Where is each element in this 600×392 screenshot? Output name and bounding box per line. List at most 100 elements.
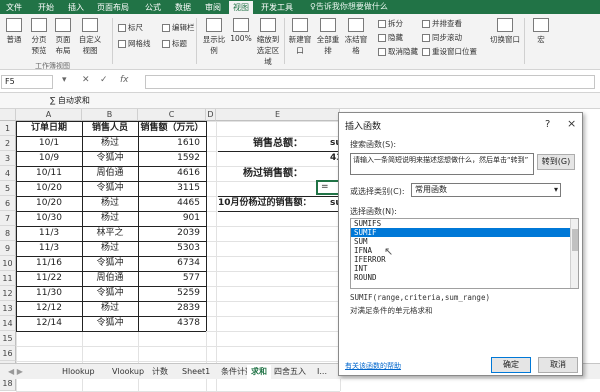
table-cell-date[interactable]: 10/20 — [16, 181, 82, 196]
column-header[interactable]: B — [82, 109, 138, 121]
tab-developer[interactable]: 开发工具 — [257, 1, 297, 14]
table-cell-date[interactable]: 11/3 — [16, 226, 82, 241]
insert-function-dialog[interactable]: 插入函数 ? × 搜索函数(S): 请输入一条简短说明来描述您想做什么，然后单击… — [338, 112, 583, 376]
gridlines-checkbox[interactable]: 网格线 — [118, 38, 151, 49]
category-select[interactable]: 常用函数 ▾ — [411, 183, 561, 197]
table-cell-date[interactable]: 10/1 — [16, 136, 82, 151]
ruler-checkbox[interactable]: 标尺 — [118, 22, 143, 33]
tab-file[interactable]: 文件 — [2, 1, 26, 14]
table-cell-person[interactable]: 杨过 — [82, 301, 138, 316]
row-header[interactable]: 5 — [0, 181, 16, 196]
table-cell-amount[interactable]: 577 — [138, 271, 206, 286]
autosum-button[interactable]: ∑ 自动求和 — [50, 95, 90, 106]
table-cell-person[interactable]: 周伯通 — [82, 166, 138, 181]
tab-data[interactable]: 数据 — [171, 1, 195, 14]
table-cell-date[interactable]: 10/20 — [16, 196, 82, 211]
zoom-to-selection-button[interactable]: 缩放到选定区域 — [254, 18, 282, 67]
name-box[interactable]: F5 — [1, 75, 53, 89]
table-cell-date[interactable]: 12/12 — [16, 301, 82, 316]
go-button[interactable]: 转到(G) — [537, 154, 575, 170]
enter-icon[interactable]: ✓ — [100, 75, 108, 85]
macros-button[interactable]: 宏 — [530, 18, 552, 45]
row-header[interactable]: 9 — [0, 241, 16, 256]
table-cell-amount[interactable]: 4616 — [138, 166, 206, 181]
tab-page-layout[interactable]: 页面布局 — [93, 1, 133, 14]
cancel-button[interactable]: 取消 — [538, 357, 578, 373]
select-all-corner[interactable] — [0, 109, 16, 121]
formula-bar-checkbox[interactable]: 编辑栏 — [162, 22, 195, 33]
table-cell-person[interactable]: 杨过 — [82, 196, 138, 211]
tab-insert[interactable]: 插入 — [64, 1, 88, 14]
column-header[interactable]: C — [138, 109, 206, 121]
hide-button[interactable]: 隐藏 — [378, 32, 403, 43]
sheet-tab[interactable]: Sheet1 — [178, 365, 214, 379]
table-cell-person[interactable]: 令狐冲 — [82, 181, 138, 196]
function-item[interactable]: SUMIFS — [351, 219, 578, 228]
tab-view[interactable]: 视图 — [229, 1, 253, 14]
sheet-tab[interactable]: 四舍五入 — [270, 365, 310, 379]
table-cell-amount[interactable]: 901 — [138, 211, 206, 226]
new-window-button[interactable]: 新建窗口 — [287, 18, 313, 56]
tab-review[interactable]: 审阅 — [201, 1, 225, 14]
table-cell-person[interactable]: 杨过 — [82, 136, 138, 151]
table-cell-amount[interactable]: 1610 — [138, 136, 206, 151]
sheet-tab[interactable]: 计数 — [148, 365, 172, 379]
split-button[interactable]: 拆分 — [378, 18, 403, 29]
view-side-by-side-button[interactable]: 并排查看 — [422, 18, 462, 29]
tab-formulas[interactable]: 公式 — [141, 1, 165, 14]
table-cell-amount[interactable]: 2039 — [138, 226, 206, 241]
table-cell-amount[interactable]: 2839 — [138, 301, 206, 316]
column-header[interactable]: A — [16, 109, 82, 121]
cancel-icon[interactable]: ✕ — [82, 75, 90, 85]
sync-scroll-button[interactable]: 同步滚动 — [422, 32, 462, 43]
table-cell-person[interactable]: 林平之 — [82, 226, 138, 241]
table-cell-amount[interactable]: 3115 — [138, 181, 206, 196]
switch-windows-button[interactable]: 切换窗口 — [490, 18, 520, 45]
table-cell-amount[interactable]: 5259 — [138, 286, 206, 301]
table-cell-person[interactable]: 令狐冲 — [82, 256, 138, 271]
table-cell-person[interactable]: 杨过 — [82, 241, 138, 256]
table-cell-date[interactable]: 11/3 — [16, 241, 82, 256]
header-cell-amount[interactable]: 销售额（万元） — [138, 121, 206, 136]
table-cell-date[interactable]: 11/16 — [16, 256, 82, 271]
table-cell-person[interactable]: 周伯通 — [82, 271, 138, 286]
header-cell-date[interactable]: 订单日期 — [16, 121, 82, 136]
row-header[interactable]: 1 — [0, 121, 16, 136]
formula-input[interactable] — [145, 75, 595, 89]
arrange-all-button[interactable]: 全部重排 — [315, 18, 341, 56]
row-header[interactable]: 16 — [0, 346, 16, 361]
sheet-tab[interactable]: Hlookup — [58, 365, 99, 379]
list-scrollbar[interactable] — [570, 219, 578, 288]
table-cell-date[interactable]: 11/30 — [16, 286, 82, 301]
help-icon[interactable]: ? — [545, 119, 550, 130]
sheet-tab[interactable]: Vlookup — [108, 365, 148, 379]
row-header[interactable]: 2 — [0, 136, 16, 151]
row-header[interactable]: 14 — [0, 316, 16, 331]
normal-view-button[interactable]: 普通 — [3, 18, 25, 45]
row-header[interactable]: 8 — [0, 226, 16, 241]
function-item[interactable]: ROUND — [351, 273, 578, 282]
insert-function-icon[interactable]: fx — [120, 75, 129, 85]
table-cell-date[interactable]: 10/9 — [16, 151, 82, 166]
function-item[interactable]: INT — [351, 264, 578, 273]
table-cell-date[interactable]: 11/22 — [16, 271, 82, 286]
zoom-100-button[interactable]: 100% — [230, 18, 252, 43]
row-header[interactable]: 6 — [0, 196, 16, 211]
ok-button[interactable]: 确定 — [491, 357, 531, 373]
tab-home[interactable]: 开始 — [34, 1, 58, 14]
table-cell-amount[interactable]: 5303 — [138, 241, 206, 256]
page-break-preview-button[interactable]: 分页预览 — [28, 18, 50, 56]
function-search-input[interactable]: 请输入一条简短说明来描述您想做什么，然后单击“转到” — [350, 153, 534, 175]
reset-position-button[interactable]: 重设窗口位置 — [422, 46, 477, 57]
zoom-button[interactable]: 显示比例 — [200, 18, 228, 56]
column-header[interactable]: D — [206, 109, 216, 121]
table-cell-person[interactable]: 令狐冲 — [82, 286, 138, 301]
function-item-selected[interactable]: SUMIF — [351, 228, 578, 237]
table-cell-person[interactable]: 杨过 — [82, 211, 138, 226]
unhide-button[interactable]: 取消隐藏 — [378, 46, 418, 57]
close-icon[interactable]: × — [567, 117, 576, 130]
sheet-tab[interactable]: I... — [313, 365, 331, 379]
table-cell-date[interactable]: 10/30 — [16, 211, 82, 226]
tell-me-search[interactable]: ♀告诉我你想要做什么 — [310, 1, 388, 13]
row-header[interactable]: 15 — [0, 331, 16, 346]
